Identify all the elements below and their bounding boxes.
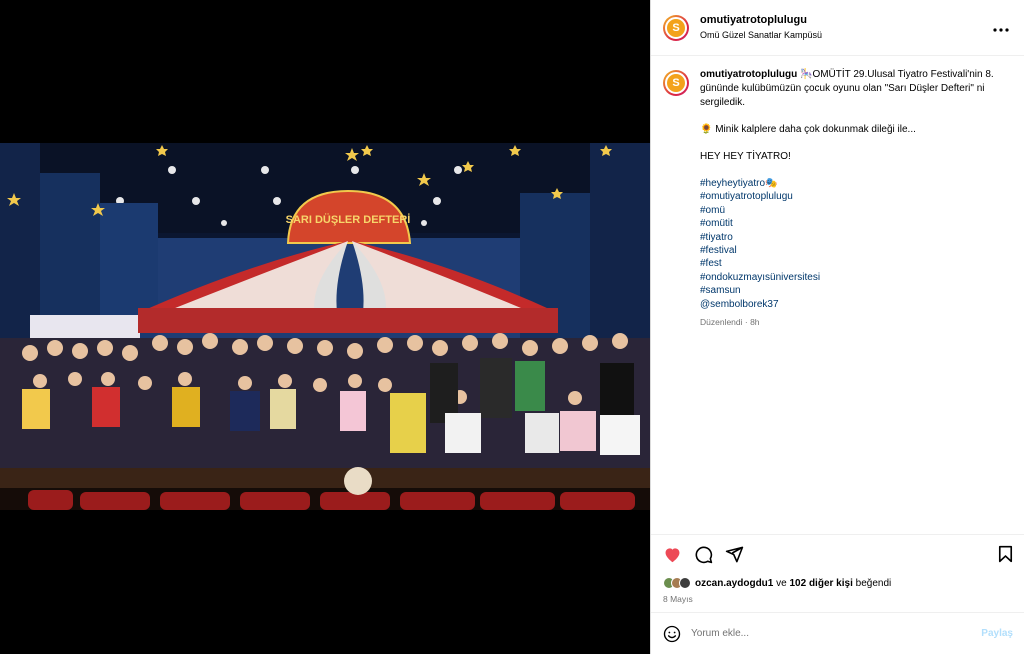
liker-username[interactable]: ozcan.aydogdu1 <box>695 578 773 589</box>
header-location[interactable]: Omü Güzel Sanatlar Kampüsü <box>700 28 990 43</box>
edited-timestamp: Düzenlendi · 8h <box>700 317 760 328</box>
caption-line-2: 🌻 Minik kalplere daha çok dokunmak dileğ… <box>700 124 916 135</box>
hashtag-link[interactable]: #omutiyatrotoplulugu <box>700 190 1000 203</box>
hashtag-link[interactable]: #heyheytiyatro🎭 <box>700 177 1000 190</box>
caption-line-3: HEY HEY TİYATRO! <box>700 151 791 162</box>
hashtag-link[interactable]: #fest <box>700 257 1000 270</box>
likes-suffix: beğendi <box>852 577 892 589</box>
likes-connector: ve <box>773 577 790 589</box>
comment-input[interactable] <box>691 628 982 639</box>
post-actions: ozcan.aydogdu1 ve 102 diğer kişi beğendi… <box>651 534 1024 604</box>
comment-icon[interactable] <box>694 545 713 564</box>
share-icon[interactable] <box>725 545 744 564</box>
likes-row: ozcan.aydogdu1 ve 102 diğer kişi beğendi <box>663 577 1013 589</box>
post-header: S omutiyatrotoplulugu Omü Güzel Sanatlar… <box>651 0 1024 56</box>
caption-body: omutiyatrotoplulugu 🎠OMÜTİT 29.Ulusal Ti… <box>700 68 1000 329</box>
heart-filled-icon[interactable] <box>663 546 682 563</box>
avatar-initial: S <box>665 16 687 39</box>
avatar[interactable]: S <box>663 14 689 41</box>
action-icons <box>663 543 1013 565</box>
caption-avatar-initial: S <box>665 72 687 94</box>
hashtag-link[interactable]: #omütit <box>700 217 1000 230</box>
caption-area: S omutiyatrotoplulugu 🎠OMÜTİT 29.Ulusal … <box>651 56 1024 534</box>
hashtag-link[interactable]: #tiyatro <box>700 231 1000 244</box>
hashtag-link[interactable]: #festival <box>700 244 1000 257</box>
header-text: omutiyatrotoplulugu Omü Güzel Sanatlar K… <box>700 13 990 43</box>
mention-link[interactable]: @sembolborek37 <box>700 298 1000 311</box>
post-details-panel: S omutiyatrotoplulugu Omü Güzel Sanatlar… <box>650 0 1024 654</box>
hashtag-link[interactable]: #omü <box>700 204 1000 217</box>
stage-group-photo: SARI DÜŞLER DEFTERİ <box>0 143 650 510</box>
hashtag-link[interactable]: #samsun <box>700 284 1000 297</box>
likes-text: ozcan.aydogdu1 ve 102 diğer kişi beğendi <box>695 578 891 589</box>
post-media: SARI DÜŞLER DEFTERİ <box>0 0 650 654</box>
header-username[interactable]: omutiyatrotoplulugu <box>700 13 990 28</box>
caption-first-paragraph: omutiyatrotoplulugu 🎠OMÜTİT 29.Ulusal Ti… <box>700 68 1000 110</box>
hashtag-link[interactable]: #ondokuzmayısüniversitesi <box>700 271 1000 284</box>
post-date: 8 Mayıs <box>663 594 693 604</box>
emoji-icon[interactable] <box>663 625 681 643</box>
instagram-post-view: SARI DÜŞLER DEFTERİ S omutiyatrotoplulug… <box>0 0 1024 654</box>
post-comment-button[interactable]: Paylaş <box>981 628 1013 639</box>
post-photo[interactable]: SARI DÜŞLER DEFTERİ <box>0 143 650 510</box>
liker-avatar[interactable] <box>679 577 691 589</box>
caption-username[interactable]: omutiyatrotoplulugu <box>700 69 797 80</box>
likes-others[interactable]: 102 diğer kişi <box>789 578 852 589</box>
more-options-icon[interactable] <box>990 19 1012 37</box>
caption-avatar[interactable]: S <box>663 70 689 96</box>
banner-text: SARI DÜŞLER DEFTERİ <box>286 213 411 226</box>
caption-row: S omutiyatrotoplulugu 🎠OMÜTİT 29.Ulusal … <box>663 68 1013 329</box>
bookmark-icon[interactable] <box>998 545 1013 563</box>
comment-bar: Paylaş <box>651 612 1024 654</box>
